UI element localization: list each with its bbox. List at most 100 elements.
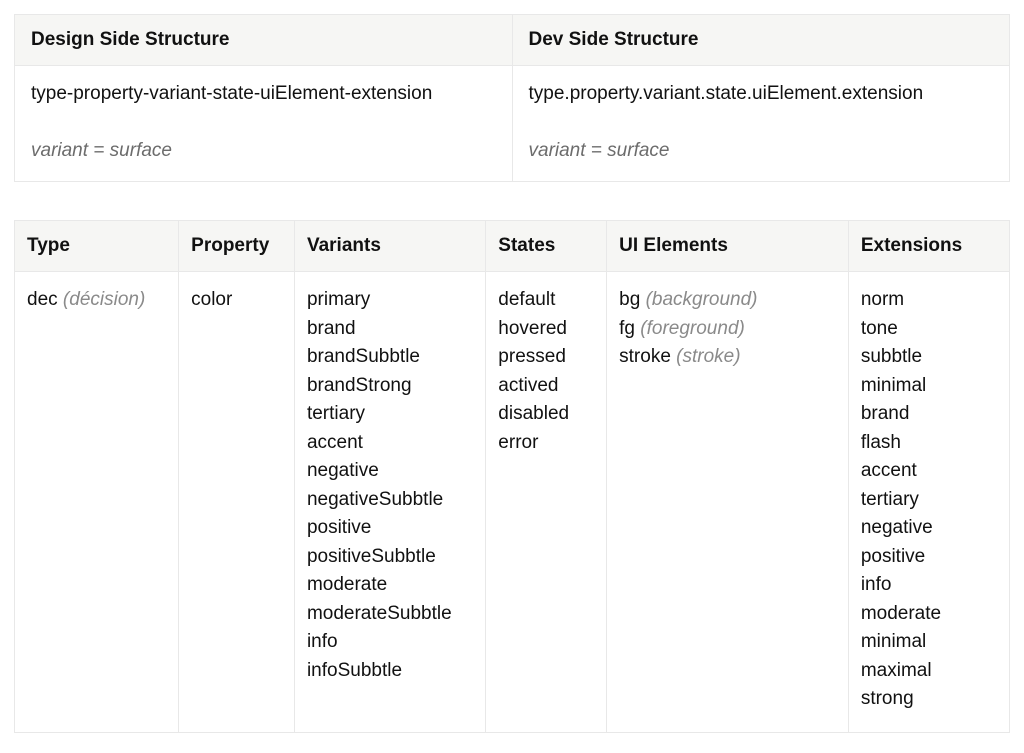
- token-entry-label: info: [307, 631, 338, 652]
- token-entry-label: flash: [861, 432, 901, 453]
- token-entry: primary: [307, 286, 473, 315]
- token-entry-label: dec: [27, 289, 58, 310]
- token-entry: brandStrong: [307, 372, 473, 401]
- token-entry: info: [307, 628, 473, 657]
- tokens-cell-uielements: bg (background)fg (foreground)stroke (st…: [607, 272, 849, 733]
- token-entry: color: [191, 286, 282, 315]
- token-entry-label: stroke: [619, 346, 671, 367]
- token-entry-label: hovered: [498, 318, 567, 339]
- token-entry-label: infoSubbtle: [307, 660, 402, 681]
- token-entry: stroke (stroke): [619, 343, 836, 372]
- structure-pattern-design: type-property-variant-state-uiElement-ex…: [31, 80, 496, 109]
- token-entry-label: accent: [307, 432, 363, 453]
- token-entry: pressed: [498, 343, 594, 372]
- token-entry-label: brand: [307, 318, 356, 339]
- token-entry: norm: [861, 286, 997, 315]
- token-entry-label: color: [191, 289, 232, 310]
- token-entry: info: [861, 571, 997, 600]
- token-entry-label: fg: [619, 318, 635, 339]
- token-entry-label: bg: [619, 289, 640, 310]
- token-entry: hovered: [498, 315, 594, 344]
- structure-note-dev: variant = surface: [529, 137, 994, 166]
- token-entry-label: negative: [307, 460, 379, 481]
- token-entry: flash: [861, 429, 997, 458]
- token-entry: brandSubbtle: [307, 343, 473, 372]
- token-entry-label: moderateSubbtle: [307, 603, 452, 624]
- token-entry: accent: [307, 429, 473, 458]
- token-entry: minimal: [861, 372, 997, 401]
- token-entry-label: subbtle: [861, 346, 922, 367]
- structure-cell-design: type-property-variant-state-uiElement-ex…: [15, 66, 513, 182]
- token-entry: subbtle: [861, 343, 997, 372]
- token-entry: fg (foreground): [619, 315, 836, 344]
- token-entry-label: negative: [861, 517, 933, 538]
- token-entry-label: minimal: [861, 631, 926, 652]
- structure-pattern-dev: type.property.variant.state.uiElement.ex…: [529, 80, 994, 109]
- tokens-header-states: States: [486, 221, 607, 272]
- token-entry-label: error: [498, 432, 538, 453]
- tokens-table: Type Property Variants States UI Element…: [14, 220, 1010, 733]
- token-entry-note: (décision): [63, 289, 145, 310]
- token-entry: negativeSubbtle: [307, 486, 473, 515]
- token-entry-label: brand: [861, 403, 910, 424]
- token-entry: maximal: [861, 657, 997, 686]
- token-entry: accent: [861, 457, 997, 486]
- tokens-header-uielements: UI Elements: [607, 221, 849, 272]
- tokens-cell-property: color: [179, 272, 295, 733]
- token-entry-label: moderate: [861, 603, 941, 624]
- token-entry: tertiary: [307, 400, 473, 429]
- token-entry-note: (background): [646, 289, 758, 310]
- token-entry-label: negativeSubbtle: [307, 489, 443, 510]
- token-entry: brand: [861, 400, 997, 429]
- token-entry: positiveSubbtle: [307, 543, 473, 572]
- token-entry: disabled: [498, 400, 594, 429]
- tokens-header-type: Type: [15, 221, 179, 272]
- structure-heading-dev: Dev Side Structure: [512, 15, 1010, 66]
- token-entry: positive: [861, 543, 997, 572]
- tokens-header-property: Property: [179, 221, 295, 272]
- token-entry-note: (stroke): [676, 346, 740, 367]
- token-entry-label: positive: [861, 546, 925, 567]
- tokens-cell-extensions: norm tone subbtle minimal brand flash accent te…: [848, 272, 1009, 733]
- token-entry: positive: [307, 514, 473, 543]
- token-entry: minimal: [861, 628, 997, 657]
- token-entry: bg (background): [619, 286, 836, 315]
- structure-note-design: variant = surface: [31, 137, 496, 166]
- token-entry-label: actived: [498, 375, 558, 396]
- token-entry: actived: [498, 372, 594, 401]
- token-entry: tertiary: [861, 486, 997, 515]
- token-entry-label: maximal: [861, 660, 932, 681]
- token-entry-label: strong: [861, 688, 914, 709]
- token-entry: brand: [307, 315, 473, 344]
- token-entry-label: brandSubbtle: [307, 346, 420, 367]
- token-entry-label: primary: [307, 289, 370, 310]
- structure-heading-design: Design Side Structure: [15, 15, 513, 66]
- page-root: Design Side Structure Dev Side Structure…: [0, 0, 1024, 753]
- token-entry-label: accent: [861, 460, 917, 481]
- token-entry-label: info: [861, 574, 892, 595]
- token-entry-label: moderate: [307, 574, 387, 595]
- tokens-cell-states: default hovered pressed actived disabled erro…: [486, 272, 607, 733]
- tokens-cell-variants: primary brand brandSubbtle brandStrong terti…: [294, 272, 485, 733]
- token-entry-label: pressed: [498, 346, 566, 367]
- token-entry: error: [498, 429, 594, 458]
- token-entry-label: positive: [307, 517, 371, 538]
- token-entry: tone: [861, 315, 997, 344]
- token-entry-label: tertiary: [307, 403, 365, 424]
- token-entry-label: brandStrong: [307, 375, 412, 396]
- tokens-header-variants: Variants: [294, 221, 485, 272]
- token-entry: infoSubbtle: [307, 657, 473, 686]
- token-entry: negative: [861, 514, 997, 543]
- token-entry-label: tertiary: [861, 489, 919, 510]
- token-entry: moderateSubbtle: [307, 600, 473, 629]
- token-entry: moderate: [307, 571, 473, 600]
- token-entry-label: positiveSubbtle: [307, 546, 436, 567]
- structure-cell-dev: type.property.variant.state.uiElement.ex…: [512, 66, 1010, 182]
- token-entry-label: disabled: [498, 403, 569, 424]
- structure-table: Design Side Structure Dev Side Structure…: [14, 14, 1010, 182]
- token-entry-label: tone: [861, 318, 898, 339]
- token-entry-label: minimal: [861, 375, 926, 396]
- tokens-header-extensions: Extensions: [848, 221, 1009, 272]
- token-entry: moderate: [861, 600, 997, 629]
- token-entry: default: [498, 286, 594, 315]
